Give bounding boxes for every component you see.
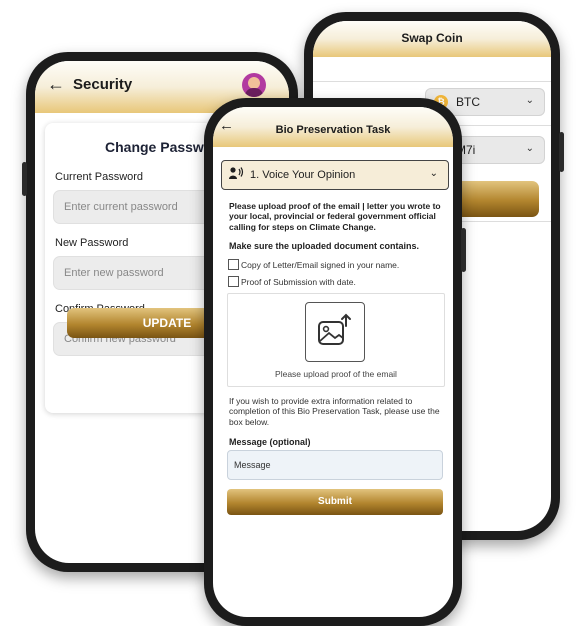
chevron-down-icon: ⌄	[525, 143, 534, 154]
swap-header: Swap Coin	[313, 21, 551, 57]
requirement-heading: Make sure the uploaded document contains…	[229, 241, 420, 251]
phone-bio-screen: ← Bio Preservation Task 1. Voice Your Op…	[204, 98, 466, 626]
message-label: Message (optional)	[229, 437, 311, 447]
checkbox[interactable]	[228, 259, 239, 270]
checkbox[interactable]	[228, 276, 239, 287]
page-title: Bio Preservation Task	[275, 124, 391, 136]
arrow-left-icon[interactable]: ←	[47, 74, 65, 95]
message-input[interactable]: Message	[227, 450, 443, 480]
checklist-label: Proof of Submission with date.	[241, 277, 356, 287]
voice-opinion-accordion[interactable]: 1. Voice Your Opinion ⌄	[221, 160, 449, 190]
phone-side-button	[22, 162, 27, 196]
page-title: Security	[73, 76, 133, 93]
new-password-label: New Password	[55, 237, 129, 249]
divider	[313, 81, 551, 82]
card-title: Change Passw	[105, 139, 204, 155]
instructions-text: Please upload proof of the email | lette…	[229, 201, 441, 232]
upload-area[interactable]: Please upload proof of the email	[227, 293, 445, 387]
avatar-body	[245, 88, 263, 97]
extra-info-text: If you wish to provide extra information…	[229, 396, 440, 427]
bio-screen: ← Bio Preservation Task 1. Voice Your Op…	[213, 107, 453, 617]
chevron-down-icon: ⌄	[525, 95, 534, 106]
current-password-label: Current Password	[55, 171, 144, 183]
from-coin-name: BTC	[456, 95, 480, 109]
chevron-down-icon: ⌄	[429, 168, 438, 179]
voice-icon	[228, 166, 244, 183]
checklist-label: Copy of Letter/Email signed in your name…	[241, 260, 400, 270]
bio-header: ← Bio Preservation Task	[213, 107, 453, 147]
avatar[interactable]	[242, 73, 266, 97]
page-title: Swap Coin	[401, 31, 463, 45]
accordion-label: 1. Voice Your Opinion	[250, 169, 356, 181]
phone-side-button	[461, 228, 466, 272]
phone-side-button	[559, 132, 564, 172]
image-upload-icon[interactable]	[305, 302, 365, 362]
upload-caption: Please upload proof of the email	[275, 369, 397, 379]
submit-button[interactable]: Submit	[227, 489, 443, 515]
